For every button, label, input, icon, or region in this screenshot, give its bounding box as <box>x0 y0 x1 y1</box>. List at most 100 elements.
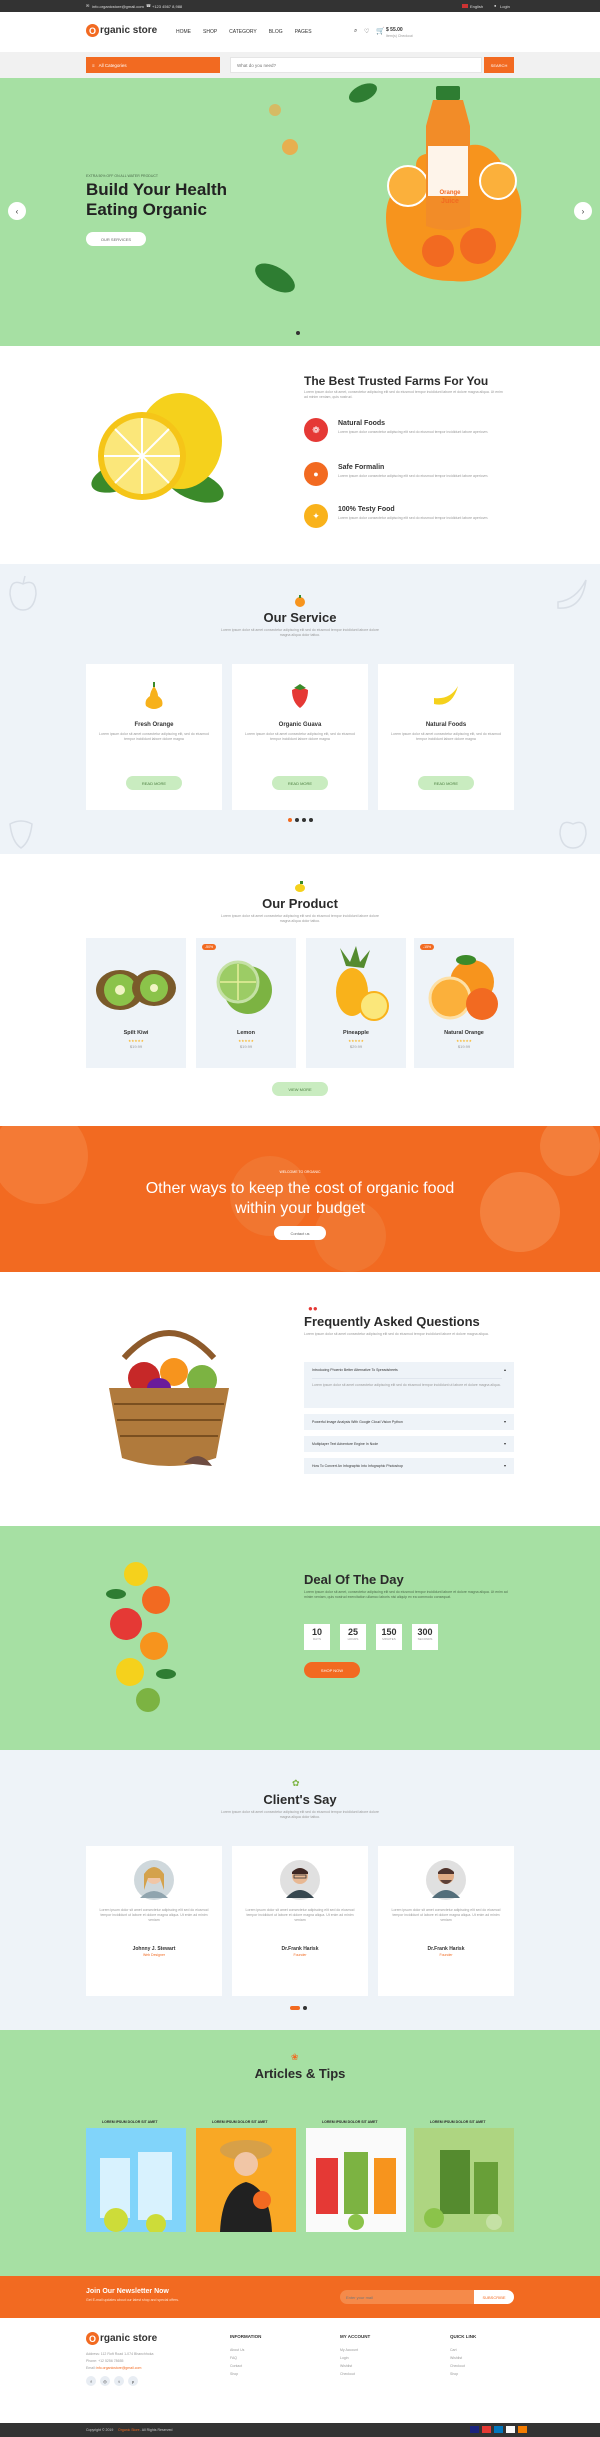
paypal-icon <box>494 2426 503 2433</box>
footer-link[interactable]: Shop <box>230 2372 238 2376</box>
product-name[interactable]: Pineapple <box>306 1030 406 1036</box>
countdown-box: 25 HOURS <box>340 1624 366 1650</box>
article-card[interactable]: LOREM IPSUM DOLOR SIT AMET <box>414 2120 514 2232</box>
read-more-button[interactable]: READ MORE <box>126 776 182 790</box>
menu-item-shop[interactable]: SHOP <box>203 29 217 35</box>
carousel-dot[interactable] <box>302 818 306 822</box>
menu-item-category[interactable]: CATEGORY <box>229 29 257 35</box>
search-input[interactable] <box>230 57 482 73</box>
chevron-down-icon[interactable]: ▾ <box>504 1463 506 1468</box>
faq-question[interactable]: Powerful Image Analysis With Google Clou… <box>312 1420 403 1424</box>
footer-link[interactable]: About Us <box>230 2348 244 2352</box>
topbar-email[interactable]: info.organicstore@gmail.com <box>92 4 144 9</box>
carousel-dot[interactable] <box>309 818 313 822</box>
footer-link[interactable]: FAQ <box>230 2356 237 2360</box>
faq-question[interactable]: Multiplayer Text Adventure Engine In Nod… <box>312 1442 378 1446</box>
pinterest-icon[interactable]: p <box>128 2376 138 2386</box>
copyright-brand[interactable]: Organic Store <box>118 2428 140 2432</box>
slider-dot[interactable] <box>296 331 300 335</box>
instagram-icon[interactable]: ◎ <box>100 2376 110 2386</box>
menu-item-home[interactable]: HOME <box>176 29 191 35</box>
chevron-down-icon[interactable]: ▾ <box>504 1419 506 1424</box>
article-title[interactable]: LOREM IPSUM DOLOR SIT AMET <box>322 2120 377 2124</box>
cart-icon[interactable]: 🛒 <box>376 27 385 35</box>
heart-icon[interactable]: ♡ <box>364 28 369 35</box>
article-card[interactable]: LOREM IPSUM DOLOR SIT AMET <box>86 2120 186 2232</box>
category-dropdown[interactable]: ≡ All Categories <box>86 57 220 73</box>
chevron-down-icon[interactable]: ▾ <box>504 1441 506 1446</box>
faq-item[interactable]: Multiplayer Text Adventure Engine In Nod… <box>304 1436 514 1452</box>
footer-column-title: MY ACCOUNT <box>340 2334 371 2339</box>
strawberry-outline-icon <box>9 820 33 849</box>
footer-link[interactable]: Wishlist <box>450 2356 462 2360</box>
topbar-phone[interactable]: +123 4567 8,988 <box>152 4 182 9</box>
berries-icon: ●● <box>308 1304 318 1313</box>
view-more-button[interactable]: VIEW MORE <box>272 1082 328 1096</box>
product-name[interactable]: Spilt Kiwi <box>86 1030 186 1036</box>
lime-image <box>216 960 272 1014</box>
search-icon[interactable]: ⌕ <box>354 28 357 35</box>
article-title[interactable]: LOREM IPSUM DOLOR SIT AMET <box>212 2120 267 2124</box>
product-card[interactable]: -50% Lemon ★★★★★ $19.99 <box>196 938 296 1068</box>
facebook-icon[interactable]: f <box>86 2376 96 2386</box>
newsletter-email-input[interactable] <box>340 2290 474 2304</box>
carousel-dot[interactable] <box>303 2006 307 2010</box>
faq-item[interactable]: How To Convert An Infographic Into Infog… <box>304 1458 514 1474</box>
pineapple-icon: ✦ <box>304 504 328 528</box>
search-button[interactable]: SEARCH <box>484 57 514 73</box>
client-avatar <box>426 1860 466 1900</box>
product-card[interactable]: Spilt Kiwi ★★★★★ $19.99 <box>86 938 186 1068</box>
shop-now-button[interactable]: SHOP NOW <box>304 1662 360 1678</box>
faq-item[interactable]: Powerful Image Analysis With Google Clou… <box>304 1414 514 1430</box>
countdown-unit: HOURS <box>347 1637 359 1641</box>
hero-button[interactable]: OUR SERVICES <box>86 232 146 246</box>
cart-subtext: Item(s) Checkout <box>386 34 413 38</box>
subscribe-button[interactable]: SUBSCRIBE <box>474 2290 514 2304</box>
footer-link[interactable]: Contact <box>230 2364 242 2368</box>
footer-link[interactable]: Shop <box>450 2372 458 2376</box>
chevron-up-icon[interactable]: ▴ <box>504 1367 506 1372</box>
testimonial-text: Lorem ipsum dolor sit amet consectetur a… <box>99 1908 209 1922</box>
article-card[interactable]: LOREM IPSUM DOLOR SIT AMET <box>196 2120 296 2232</box>
contact-us-button[interactable]: Contact us <box>274 1226 326 1240</box>
faq-question[interactable]: How To Convert An Infographic Into Infog… <box>312 1464 403 1468</box>
article-title[interactable]: LOREM IPSUM DOLOR SIT AMET <box>430 2120 485 2124</box>
carousel-dots <box>288 818 313 822</box>
faq-question[interactable]: Introducing Phoenix Better Alternative T… <box>312 1368 398 1372</box>
login-link[interactable]: Login <box>500 4 510 9</box>
menu-item-blog[interactable]: BLOG <box>269 29 283 35</box>
footer-email[interactable]: info.organicstore@gmail.com <box>96 2366 141 2370</box>
product-name[interactable]: Lemon <box>196 1030 296 1036</box>
footer-link[interactable]: Login <box>340 2356 349 2360</box>
footer-link[interactable]: Checkout <box>450 2364 465 2368</box>
faq-item-open[interactable]: Introducing Phoenix Better Alternative T… <box>304 1362 514 1408</box>
article-card[interactable]: LOREM IPSUM DOLOR SIT AMET <box>306 2120 406 2232</box>
footer-link[interactable]: Cart <box>450 2348 457 2352</box>
banana-outline-icon <box>557 579 587 609</box>
logo-text[interactable]: rganic store <box>100 25 157 36</box>
footer-link[interactable]: My Account <box>340 2348 358 2352</box>
read-more-button[interactable]: READ MORE <box>272 776 328 790</box>
article-title[interactable]: LOREM IPSUM DOLOR SIT AMET <box>102 2120 157 2124</box>
logo-icon[interactable]: O <box>86 24 99 37</box>
read-more-button[interactable]: READ MORE <box>418 776 474 790</box>
footer-logo-icon[interactable]: O <box>86 2332 99 2345</box>
slider-next-icon[interactable]: › <box>574 202 592 220</box>
clients-title: Client's Say <box>263 1792 337 1807</box>
slider-prev-icon[interactable]: ‹ <box>8 202 26 220</box>
product-card[interactable]: -15% Natural Orange ★★★★★ $19.99 <box>414 938 514 1068</box>
footer-link[interactable]: Checkout <box>340 2372 355 2376</box>
menu-item-pages[interactable]: PAGES <box>295 29 312 35</box>
cart-total[interactable]: $ 55.00 <box>386 27 403 33</box>
carousel-dot[interactable] <box>295 818 299 822</box>
footer-logo-text[interactable]: rganic store <box>100 2333 157 2344</box>
twitter-icon[interactable]: t <box>114 2376 124 2386</box>
carousel-dot[interactable] <box>290 2006 300 2010</box>
carousel-dot[interactable] <box>288 818 292 822</box>
newsletter-section: Join Our Newsletter Now Get E-mail updat… <box>0 2276 600 2318</box>
product-name[interactable]: Natural Orange <box>414 1030 514 1036</box>
product-card[interactable]: Pineapple ★★★★★ $29.99 <box>306 938 406 1068</box>
footer-link[interactable]: Wishlist <box>340 2364 352 2368</box>
email-icon: ✉ <box>86 3 90 8</box>
language-select[interactable]: English <box>470 4 483 9</box>
